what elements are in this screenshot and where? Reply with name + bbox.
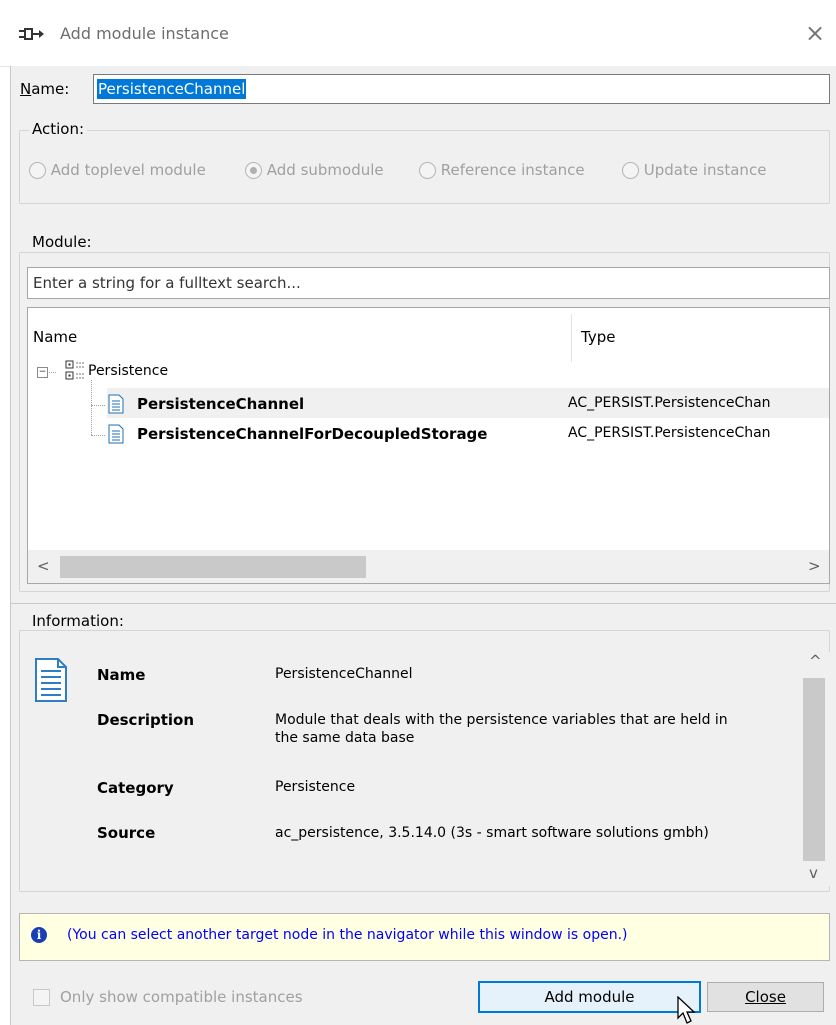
name-label: Name: — [20, 80, 69, 98]
title-bar: Add module instance × — [0, 0, 836, 67]
splitter[interactable] — [10, 603, 836, 604]
mouse-cursor-icon — [677, 996, 696, 1024]
info-value-category: Persistence — [275, 779, 356, 795]
column-separator[interactable] — [571, 314, 572, 362]
radio-add-toplevel-module[interactable]: Add toplevel module — [29, 161, 206, 179]
tree-root-label[interactable]: Persistence — [88, 363, 168, 379]
radio-label: Add submodule — [266, 161, 384, 179]
info-key-name: Name — [97, 666, 146, 684]
info-key-description: Description — [97, 711, 195, 729]
radio-reference-instance[interactable]: Reference instance — [419, 161, 585, 179]
radio-add-submodule[interactable]: Add submodule — [245, 161, 384, 179]
module-category-icon — [65, 360, 85, 380]
radio-button-icon[interactable] — [622, 162, 639, 179]
tree-item-name[interactable]: PersistenceChannelForDecoupledStorage — [137, 425, 487, 443]
info-value-description: Module that deals with the persistence v… — [275, 712, 728, 746]
info-value-name: PersistenceChannel — [275, 666, 413, 682]
radio-update-instance[interactable]: Update instance — [622, 161, 766, 179]
close-window-icon[interactable]: × — [804, 21, 826, 45]
name-input-value: PersistenceChannel — [97, 79, 247, 99]
radio-button-icon[interactable] — [419, 162, 436, 179]
close-button[interactable]: Close — [707, 982, 824, 1012]
radio-label: Reference instance — [440, 161, 585, 179]
radio-label: Add toplevel module — [50, 161, 206, 179]
tree-item-name[interactable]: PersistenceChannel — [137, 395, 304, 413]
info-key-source: Source — [97, 824, 156, 842]
information-panel: Name PersistenceChannel Description Modu… — [21, 652, 830, 886]
horizontal-scroll-thumb[interactable] — [60, 556, 366, 578]
tree-item-type[interactable]: AC_PERSIST.PersistenceChan — [568, 425, 771, 441]
module-instance-icon — [19, 28, 44, 40]
vertical-scroll-thumb[interactable] — [803, 678, 825, 861]
compatible-only-checkbox[interactable] — [33, 989, 50, 1006]
module-document-icon — [108, 394, 124, 414]
information-group-label: Information: — [29, 612, 127, 630]
fulltext-search-input[interactable]: Enter a string for a fulltext search... — [27, 267, 830, 299]
tree-item-type[interactable]: AC_PERSIST.PersistenceChan — [568, 395, 771, 411]
tree-line — [47, 372, 56, 374]
info-value-source: ac_persistence, 3.5.14.0 (3s - smart sof… — [275, 825, 709, 841]
scroll-left-icon[interactable]: < — [37, 557, 50, 575]
add-module-button[interactable]: Add module — [478, 981, 701, 1013]
name-input[interactable]: PersistenceChannel — [93, 74, 830, 104]
notice-text: (You can select another target node in t… — [67, 927, 628, 943]
notice-bar: i (You can select another target node in… — [19, 913, 830, 961]
compatible-only-label[interactable]: Only show compatible instances — [60, 988, 303, 1006]
vertical-scrollbar[interactable]: ^ v — [798, 652, 830, 886]
name-label-rest: ame: — [31, 80, 70, 98]
module-document-icon — [108, 424, 124, 444]
tree-line — [91, 380, 93, 435]
column-header-type[interactable]: Type — [581, 328, 615, 346]
scroll-up-icon[interactable]: ^ — [809, 652, 822, 670]
scroll-down-icon[interactable]: v — [809, 864, 818, 882]
collapse-toggle-icon[interactable]: − — [37, 367, 48, 378]
column-header-name[interactable]: Name — [33, 328, 77, 346]
action-group-label: Action: — [29, 120, 88, 138]
module-group-label: Module: — [29, 233, 95, 251]
radio-button-selected-icon[interactable] — [245, 162, 262, 179]
info-key-category: Category — [97, 779, 174, 797]
name-label-mnemonic: N — [20, 80, 32, 98]
tree-line — [91, 435, 105, 437]
info-icon: i — [31, 927, 47, 943]
radio-button-icon[interactable] — [29, 162, 46, 179]
horizontal-scrollbar[interactable]: < > — [28, 550, 829, 583]
tree-line — [91, 405, 105, 407]
window-title: Add module instance — [60, 24, 229, 43]
module-tree[interactable]: Name Type − Persistence PersistenceChann… — [27, 307, 830, 584]
radio-label: Update instance — [643, 161, 767, 179]
module-document-large-icon — [35, 658, 67, 702]
scroll-right-icon[interactable]: > — [808, 557, 821, 575]
